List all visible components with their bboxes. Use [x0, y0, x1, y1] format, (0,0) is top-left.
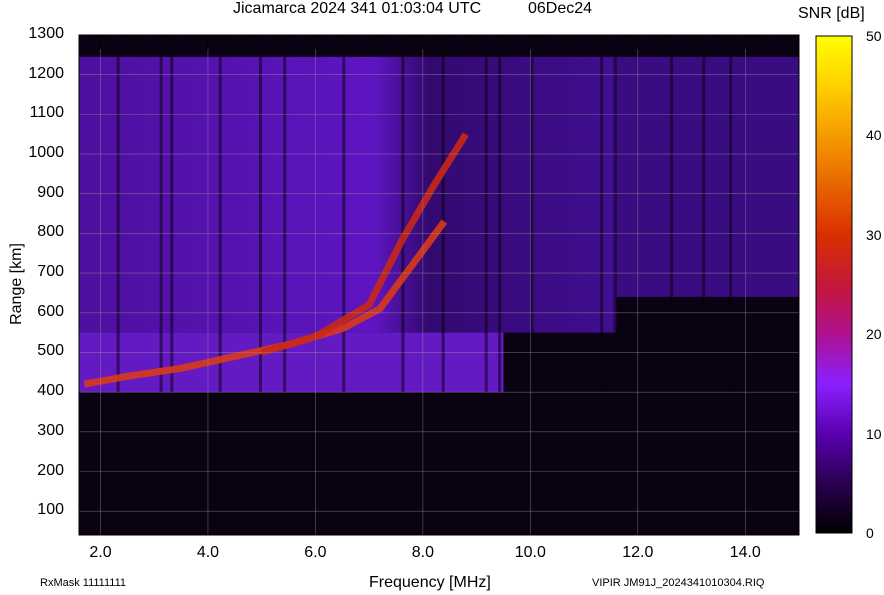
- colorbar: [815, 35, 853, 534]
- y-tick-label: 900: [37, 183, 64, 201]
- rxmask-label: RxMask 11111111: [40, 577, 127, 589]
- interference-stripe: [342, 56, 346, 393]
- x-tick-label: 2.0: [89, 544, 112, 561]
- y-tick-label: 500: [37, 342, 64, 360]
- colorbar-tick-label: 20: [866, 326, 882, 343]
- interference-stripe: [613, 56, 617, 393]
- y-tick-label: 1200: [28, 64, 64, 82]
- y-tick-label: 400: [37, 382, 64, 400]
- interference-stripe: [670, 56, 674, 393]
- y-tick-label: 1300: [28, 25, 64, 42]
- interference-stripe: [218, 56, 222, 393]
- y-tick-label: 1000: [28, 144, 64, 162]
- x-tick-label: 4.0: [196, 544, 220, 561]
- interference-stripe: [484, 56, 488, 393]
- colorbar-tick-label: 30: [866, 226, 882, 243]
- interference-stripe: [600, 56, 604, 393]
- interference-stripe: [259, 56, 262, 393]
- y-axis-label: Range [km]: [8, 243, 25, 325]
- interference-stripe: [729, 56, 733, 393]
- x-tick-label: 12.0: [622, 544, 654, 561]
- file-label: VIPIR JM91J_2024341010304.RIQ: [592, 577, 765, 589]
- colorbar-tick-label: 50: [866, 28, 882, 44]
- x-tick-label: 6.0: [304, 544, 327, 561]
- y-tick-label: 100: [37, 501, 64, 519]
- x-tick-label: 10.0: [514, 544, 546, 561]
- x-axis-label: Frequency [MHz]: [369, 574, 491, 591]
- interference-stripe: [498, 56, 502, 393]
- y-tick-label: 200: [37, 461, 64, 479]
- colorbar-tick-label: 10: [866, 425, 882, 442]
- interference-stripe: [159, 56, 163, 393]
- colorbar-tick-label: 0: [866, 525, 874, 541]
- x-tick-label: 14.0: [729, 544, 761, 561]
- ionogram-plot: [78, 34, 853, 536]
- y-tick-label: 1100: [29, 104, 64, 122]
- interference-stripe: [702, 56, 706, 393]
- interference-stripe: [116, 56, 120, 393]
- interference-stripe: [401, 56, 405, 393]
- echo-region: [616, 56, 799, 297]
- y-tick-label: 300: [37, 421, 64, 439]
- interference-stripe: [170, 56, 174, 393]
- interference-stripe: [530, 56, 534, 393]
- colorbar-tick-label: 40: [866, 127, 882, 144]
- x-tick-label: 8.0: [411, 544, 434, 561]
